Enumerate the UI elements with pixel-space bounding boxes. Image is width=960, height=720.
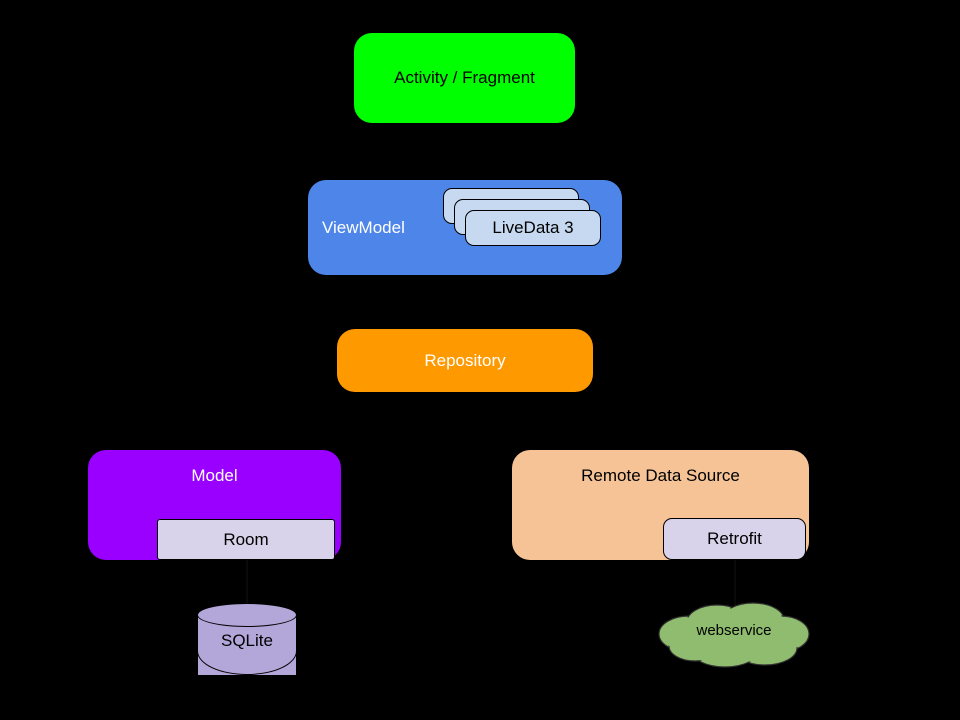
livedata-stack: LiveData 3 <box>443 188 623 248</box>
cylinder-top <box>197 603 297 627</box>
node-sqlite-label: SQLite <box>221 631 273 650</box>
node-repository[interactable]: Repository <box>337 329 593 392</box>
connector-room-to-sqlite <box>246 560 248 605</box>
livedata-card-3-label: LiveData 3 <box>492 218 574 237</box>
livedata-card-3[interactable]: LiveData 3 <box>465 210 601 246</box>
node-room[interactable]: Room <box>157 519 335 560</box>
node-remote-data-source-label: Remote Data Source <box>581 466 740 485</box>
node-webservice-label: webservice <box>696 622 772 639</box>
node-repository-label: Repository <box>424 350 506 370</box>
node-room-label: Room <box>223 529 269 549</box>
diagram-canvas: Activity / Fragment ViewModel LiveData 3… <box>0 0 960 720</box>
node-activity-fragment[interactable]: Activity / Fragment <box>354 33 575 123</box>
node-retrofit-label: Retrofit <box>707 529 762 548</box>
node-viewmodel-label: ViewModel <box>322 217 405 237</box>
node-sqlite[interactable]: SQLite <box>197 603 297 687</box>
node-activity-fragment-label: Activity / Fragment <box>394 68 535 88</box>
node-webservice[interactable]: webservice <box>655 600 813 668</box>
node-model-label: Model <box>191 466 238 485</box>
node-retrofit[interactable]: Retrofit <box>663 518 806 560</box>
